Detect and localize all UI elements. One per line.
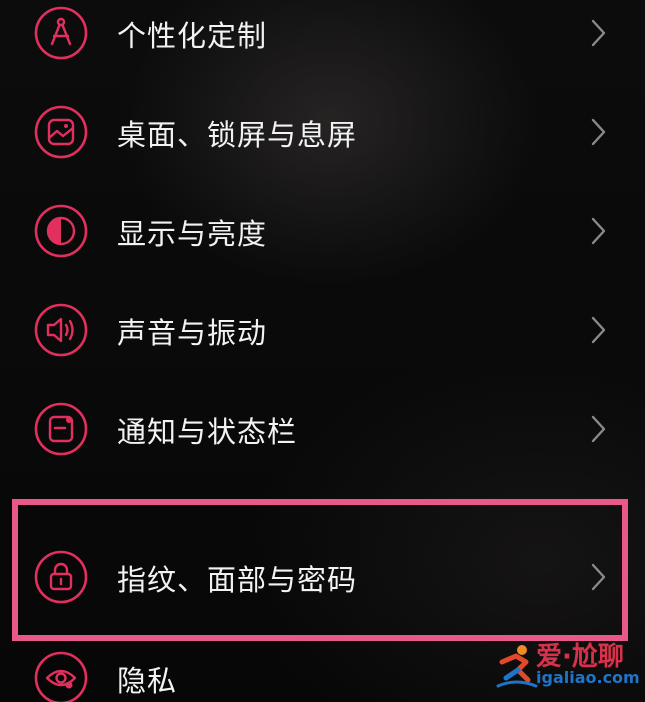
notification-icon [33,401,89,457]
settings-item-personalization[interactable]: 个性化定制 [0,0,645,75]
settings-item-label: 指纹、面部与密码 [117,563,358,597]
settings-screen: 个性化定制 桌面、锁屏与息屏 显示与亮度 声音与振动 通知与状态栏 指纹、面部与… [0,0,645,702]
chevron-right-icon [588,17,610,49]
speaker-icon [33,302,89,358]
chevron-right-icon [588,413,610,445]
settings-item-label: 声音与振动 [117,316,268,350]
settings-item-label: 显示与亮度 [117,217,268,251]
settings-item-label: 个性化定制 [117,19,268,53]
chevron-right-icon [588,215,610,247]
brightness-icon [33,203,89,259]
chevron-right-icon [588,561,610,593]
compass-icon [33,5,89,61]
settings-item-label: 隐私 [117,664,178,698]
settings-item-label: 通知与状态栏 [117,415,298,449]
runner-icon [492,642,540,690]
watermark-logo: 爱·尬聊 igaliao.com [492,636,642,696]
watermark-url: igaliao.com [536,668,640,687]
settings-item-fingerprint-face-password[interactable]: 指纹、面部与密码 [0,539,645,619]
settings-item-label: 桌面、锁屏与息屏 [117,118,358,152]
lock-icon [33,549,89,605]
wallpaper-icon [33,104,89,160]
chevron-right-icon [588,314,610,346]
privacy-eye-icon [33,650,89,702]
chevron-right-icon [588,116,610,148]
settings-item-desktop-lockscreen[interactable]: 桌面、锁屏与息屏 [0,94,645,174]
settings-item-display-brightness[interactable]: 显示与亮度 [0,193,645,273]
settings-item-notification-statusbar[interactable]: 通知与状态栏 [0,391,645,471]
settings-item-sound-vibration[interactable]: 声音与振动 [0,292,645,372]
